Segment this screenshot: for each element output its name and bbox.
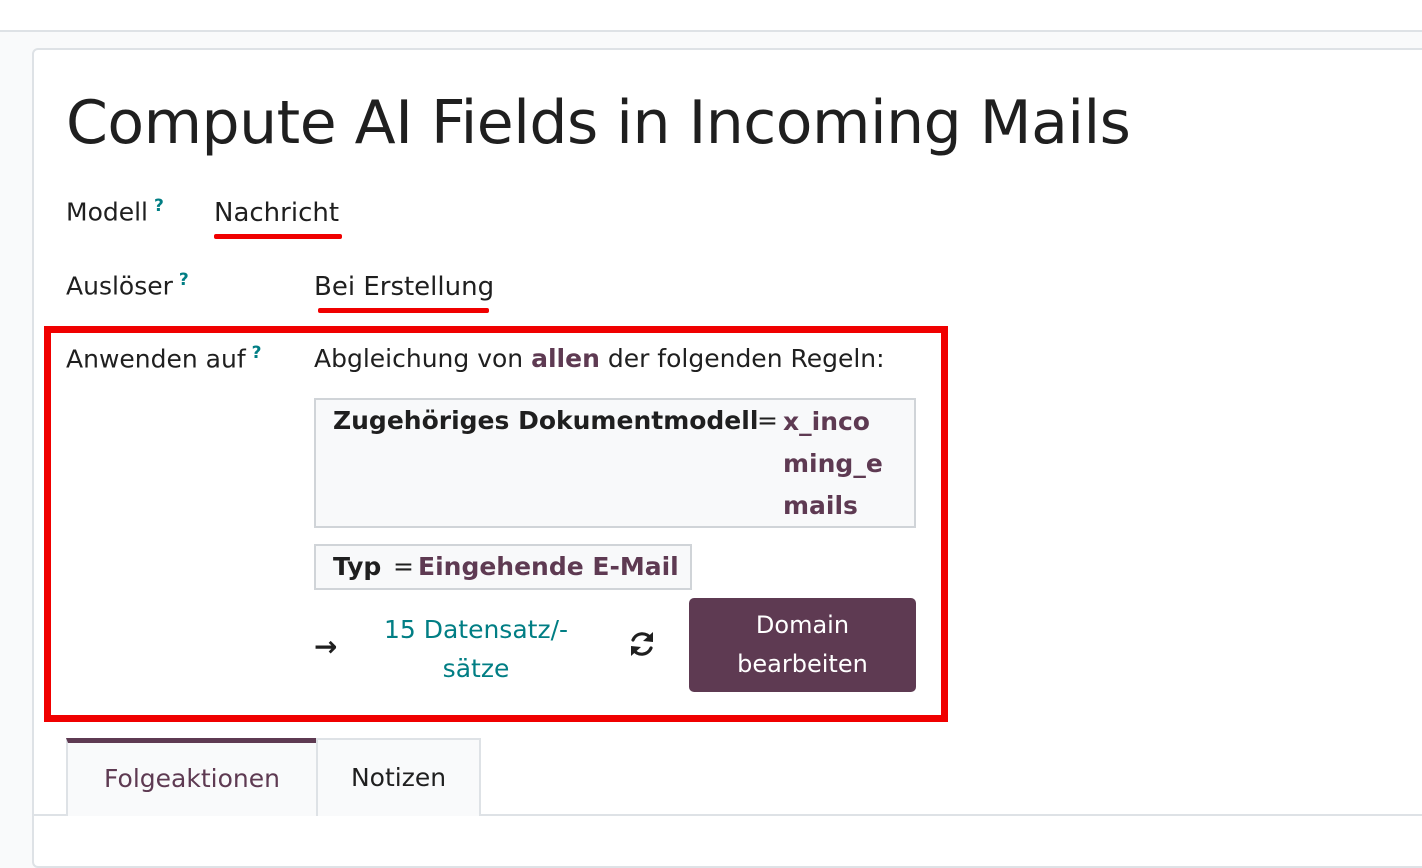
apply-on-help-icon[interactable]: ? — [252, 343, 262, 363]
condition-field: Typ — [333, 552, 382, 581]
tab-notes[interactable]: Notizen — [316, 738, 481, 816]
condition-field: Zugehöriges Dokumentmodell — [333, 406, 759, 435]
refresh-icon[interactable] — [626, 628, 658, 660]
rule-suffix: der folgenden Regeln: — [607, 344, 885, 373]
apply-on-label-text: Anwenden auf — [66, 344, 246, 374]
tab-follow-up-actions[interactable]: Folgeaktionen — [66, 738, 316, 816]
model-annotation-underline — [214, 234, 342, 239]
model-label-text: Modell — [66, 197, 149, 227]
condition-document-model[interactable]: Zugehöriges Dokumentmodell = x_incoming_… — [314, 398, 916, 528]
trigger-annotation-underline — [318, 308, 489, 313]
condition-operator: = — [393, 552, 414, 581]
matching-records-link[interactable]: 15 Datensatz/-sätze — [376, 610, 576, 688]
rule-prefix: Abgleichung von — [314, 344, 524, 373]
rule-summary: Abgleichung von allen der folgenden Rege… — [314, 344, 885, 373]
top-bar — [0, 0, 1422, 32]
model-value[interactable]: Nachricht — [214, 198, 339, 228]
trigger-value[interactable]: Bei Erstellung — [314, 272, 494, 302]
arrow-right-icon: → — [314, 630, 338, 663]
trigger-label: Auslöser? — [66, 270, 189, 300]
trigger-label-text: Auslöser — [66, 271, 173, 301]
condition-value: x_incoming_emails — [783, 407, 883, 520]
condition-value: Eingehende E-Mail — [418, 552, 679, 581]
trigger-help-icon[interactable]: ? — [179, 270, 189, 290]
page-title: Compute AI Fields in Incoming Mails — [66, 88, 1131, 158]
rule-keyword: allen — [531, 344, 600, 373]
apply-on-label: Anwenden auf? — [66, 343, 262, 373]
condition-type[interactable]: Typ = Eingehende E-Mail — [314, 544, 692, 590]
model-help-icon[interactable]: ? — [154, 196, 164, 216]
condition-operator: = — [757, 406, 778, 435]
model-label: Modell? — [66, 196, 164, 226]
edit-domain-button[interactable]: Domain bearbeiten — [689, 598, 916, 692]
